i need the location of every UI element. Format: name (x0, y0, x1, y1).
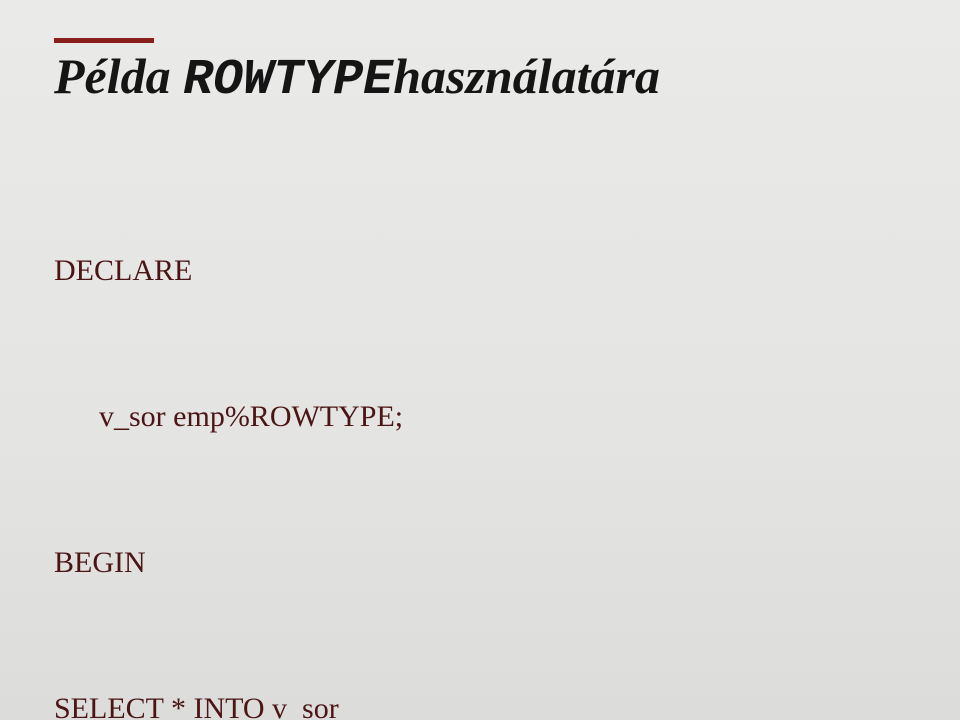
title-block: Példa ROWTYPEhasználatára (54, 38, 906, 108)
code-line: v_sor emp%ROWTYPE; (54, 393, 906, 442)
title-word-2: használatára (393, 48, 660, 104)
title-word-1: Példa (54, 48, 183, 104)
code-line: DECLARE (54, 247, 906, 296)
title-rule (54, 38, 154, 43)
title-rowtype: ROWTYPE (183, 52, 393, 109)
slide: Példa ROWTYPEhasználatára DECLARE v_sor … (0, 0, 960, 720)
code-line: BEGIN (54, 539, 906, 588)
code-line: SELECT * INTO v_sor (54, 685, 906, 720)
code-block: DECLARE v_sor emp%ROWTYPE; BEGIN SELECT … (54, 150, 906, 720)
slide-title: Példa ROWTYPEhasználatára (54, 49, 906, 108)
